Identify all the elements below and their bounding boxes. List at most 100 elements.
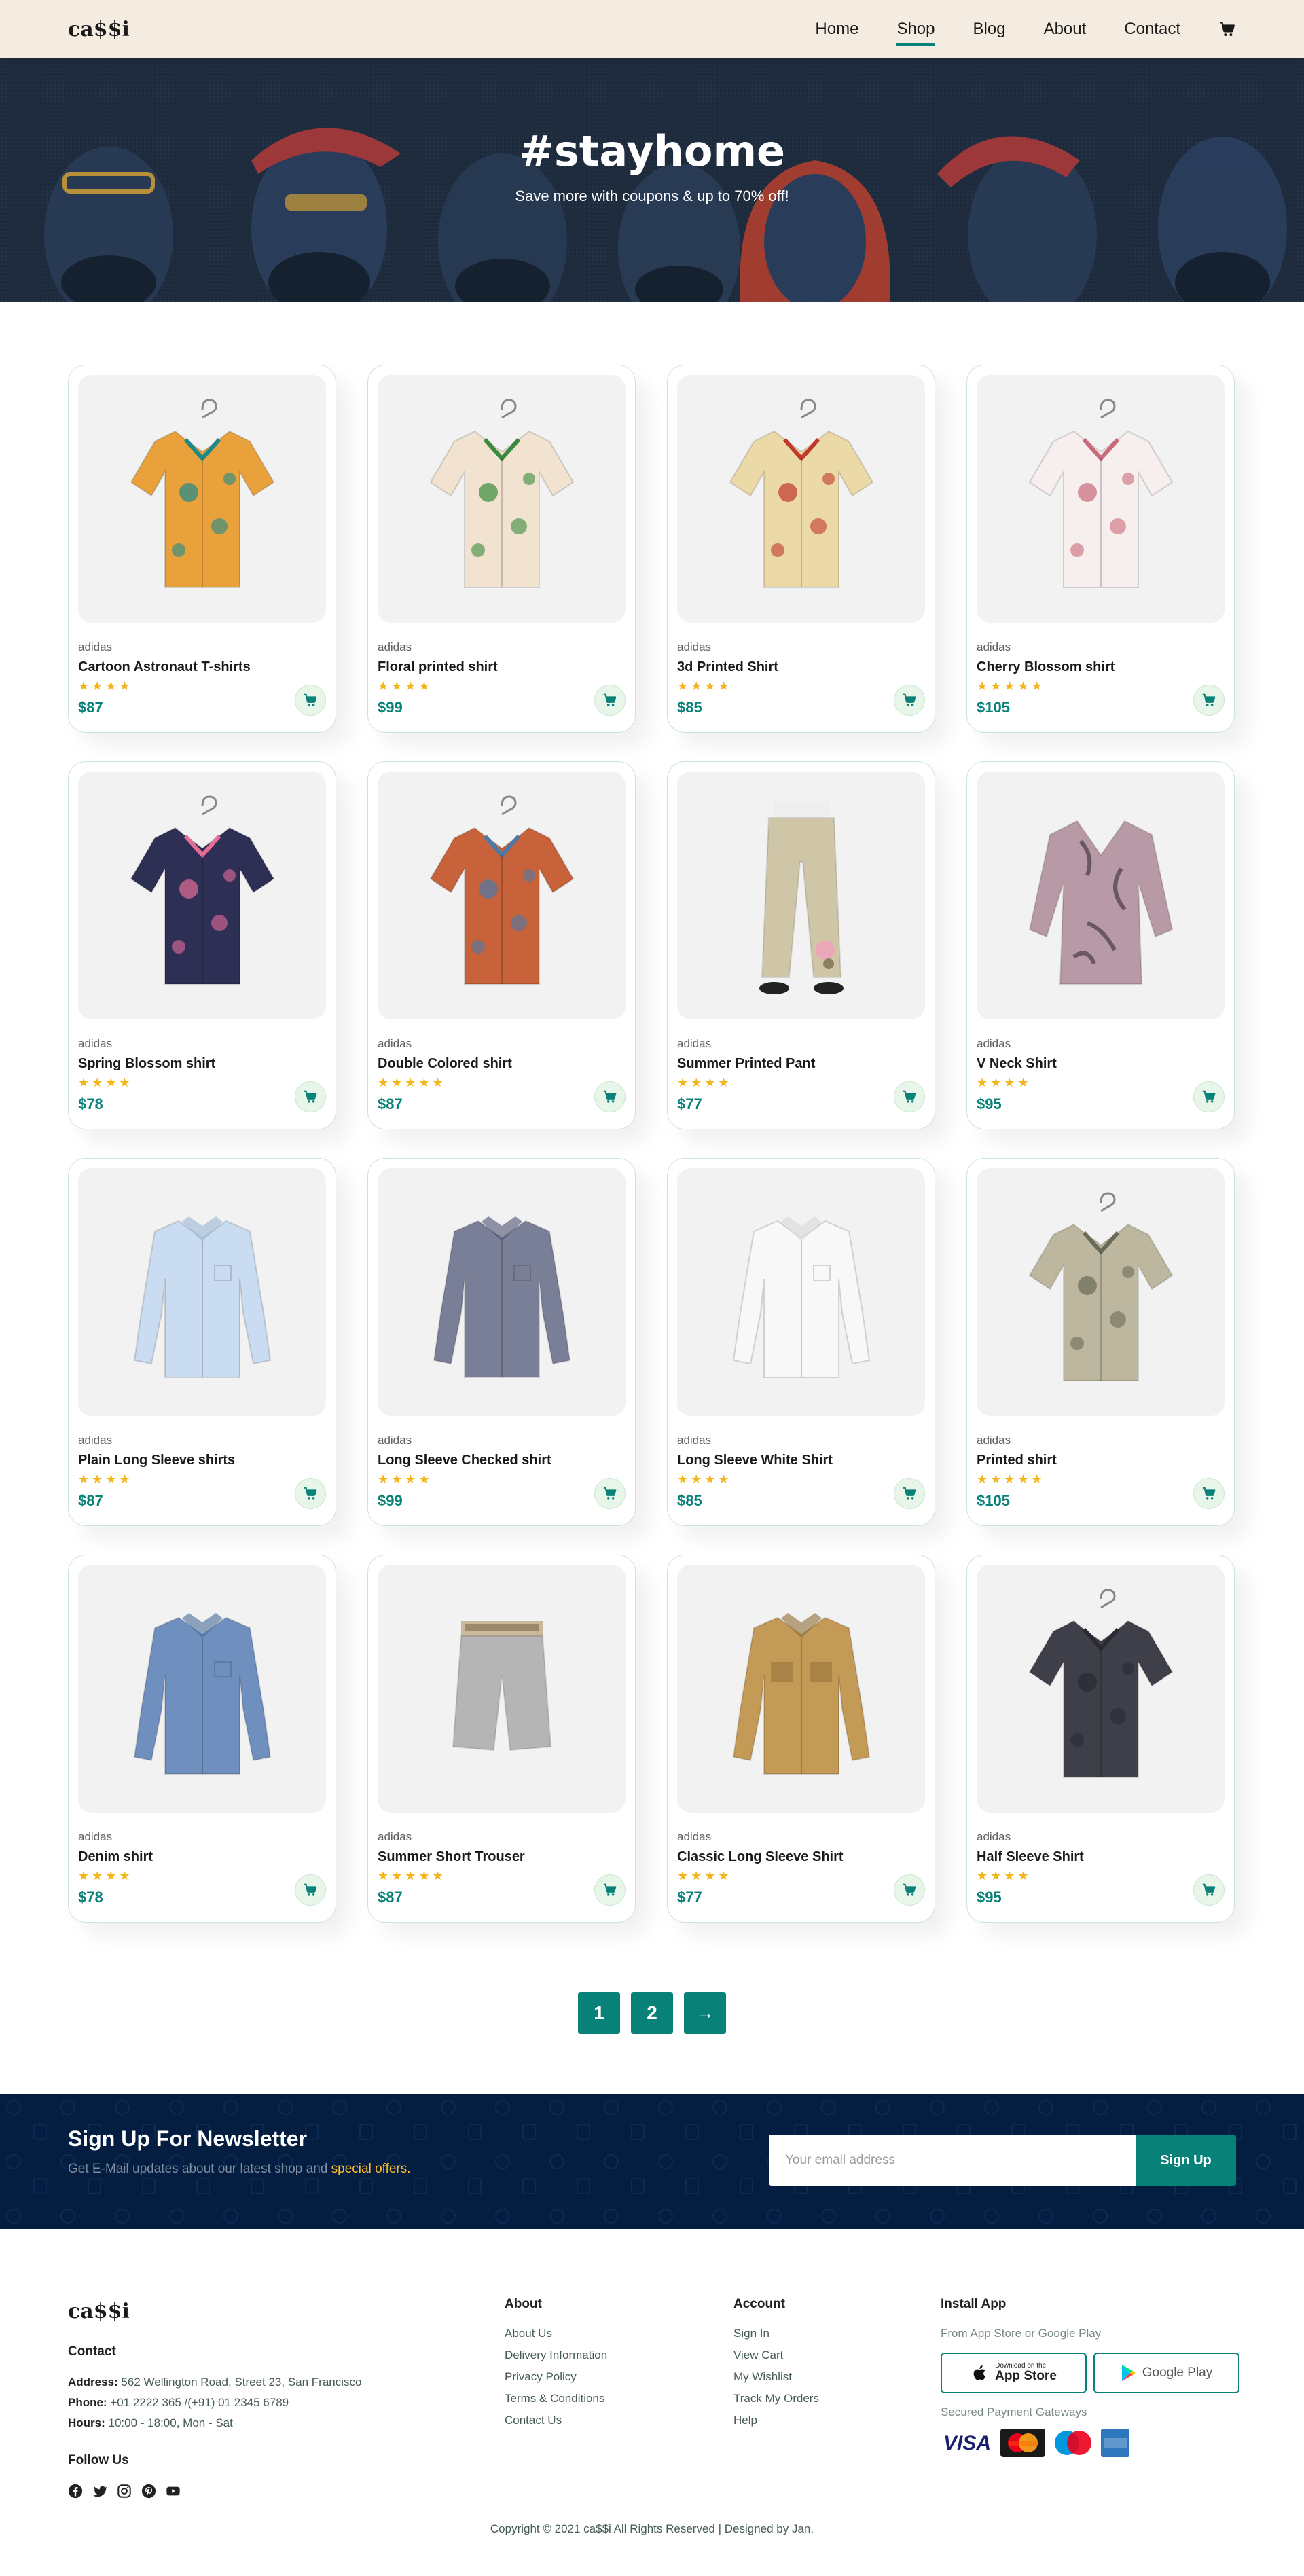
site-header: ca$$i Home Shop Blog About Contact [0, 0, 1304, 58]
product-card[interactable]: adidas Summer Printed Pant ★★★★ $77 [667, 761, 935, 1129]
add-to-cart-button[interactable] [894, 1478, 925, 1509]
product-image-frame[interactable] [977, 772, 1225, 1019]
footer-link-wishlist[interactable]: My Wishlist [734, 2370, 819, 2384]
footer-link-terms[interactable]: Terms & Conditions [505, 2392, 607, 2406]
product-card[interactable]: adidas Long Sleeve Checked shirt ★★★★ $99 [367, 1158, 636, 1526]
footer-link-view-cart[interactable]: View Cart [734, 2348, 819, 2362]
product-name: Spring Blossom shirt [78, 1056, 216, 1071]
product-brand: adidas [378, 1434, 412, 1447]
footer-link-about-us[interactable]: About Us [505, 2327, 607, 2340]
product-card[interactable]: adidas Floral printed shirt ★★★★ $99 [367, 365, 636, 733]
product-image-frame[interactable] [977, 1168, 1225, 1416]
add-to-cart-button[interactable] [1193, 1874, 1225, 1906]
product-card[interactable]: adidas Classic Long Sleeve Shirt ★★★★ $77 [667, 1555, 935, 1923]
google-play-button[interactable]: Google Play [1093, 2353, 1239, 2393]
hero-title: #stayhome [518, 126, 786, 176]
visa-icon: VISA [943, 2432, 991, 2454]
footer-link-sign-in[interactable]: Sign In [734, 2327, 819, 2340]
product-image-frame[interactable] [677, 1168, 925, 1416]
facebook-icon[interactable] [68, 2484, 83, 2499]
product-card[interactable]: adidas Summer Short Trouser ★★★★★ $87 [367, 1555, 636, 1923]
product-image-frame[interactable] [78, 1168, 326, 1416]
add-to-cart-button[interactable] [295, 1478, 326, 1509]
about-heading: About [505, 2297, 542, 2311]
product-image-frame[interactable] [677, 1565, 925, 1813]
add-to-cart-button[interactable] [1193, 1081, 1225, 1112]
add-to-cart-button[interactable] [295, 1081, 326, 1112]
product-card[interactable]: adidas Printed shirt ★★★★★ $105 [966, 1158, 1235, 1526]
add-to-cart-button[interactable] [894, 1874, 925, 1906]
add-to-cart-button[interactable] [594, 1874, 626, 1906]
product-price: $77 [677, 1095, 702, 1112]
product-image-frame[interactable] [378, 1168, 626, 1416]
add-to-cart-button[interactable] [1193, 685, 1225, 716]
product-image-frame[interactable] [78, 1565, 326, 1813]
product-price: $105 [977, 1492, 1010, 1509]
nav-about[interactable]: About [1044, 16, 1087, 43]
product-image-frame[interactable] [677, 772, 925, 1019]
nav-contact[interactable]: Contact [1124, 16, 1180, 43]
add-to-cart-button[interactable] [1193, 1478, 1225, 1509]
page-2-button[interactable]: 2 [631, 1992, 673, 2034]
star-rating: ★★★★ [378, 679, 433, 693]
product-image-frame[interactable] [378, 375, 626, 623]
product-image-frame[interactable] [378, 772, 626, 1019]
maestro-icon [1055, 2431, 1091, 2455]
app-store-button[interactable]: Download on the App Store [941, 2353, 1087, 2393]
nav-home[interactable]: Home [815, 16, 858, 43]
product-image-frame[interactable] [378, 1565, 626, 1813]
product-card[interactable]: adidas Half Sleeve Shirt ★★★★ $95 [966, 1555, 1235, 1923]
footer-link-contact[interactable]: Contact Us [505, 2414, 607, 2427]
product-image-frame[interactable] [677, 375, 925, 623]
add-to-cart-button[interactable] [594, 1478, 626, 1509]
newsletter-title: Sign Up For Newsletter [68, 2126, 308, 2151]
product-card[interactable]: adidas V Neck Shirt ★★★★ $95 [966, 761, 1235, 1129]
install-subtitle: From App Store or Google Play [941, 2327, 1102, 2340]
product-card[interactable]: adidas Long Sleeve White Shirt ★★★★ $85 [667, 1158, 935, 1526]
footer-link-help[interactable]: Help [734, 2414, 819, 2427]
product-card[interactable]: adidas 3d Printed Shirt ★★★★ $85 [667, 365, 935, 733]
product-card[interactable]: adidas Double Colored shirt ★★★★★ $87 [367, 761, 636, 1129]
product-price: $99 [378, 1492, 403, 1509]
pinterest-icon[interactable] [141, 2484, 156, 2499]
product-card[interactable]: adidas Cartoon Astronaut T-shirts ★★★★ $87 [68, 365, 336, 733]
footer-link-delivery[interactable]: Delivery Information [505, 2348, 607, 2362]
page-1-button[interactable]: 1 [578, 1992, 620, 2034]
product-brand: adidas [378, 1830, 412, 1843]
cart-icon [304, 1090, 317, 1103]
youtube-icon[interactable] [166, 2484, 181, 2499]
instagram-icon[interactable] [117, 2484, 132, 2499]
product-card[interactable]: adidas Denim shirt ★★★★ $78 [68, 1555, 336, 1923]
product-card[interactable]: adidas Plain Long Sleeve shirts ★★★★ $87 [68, 1158, 336, 1526]
product-card[interactable]: adidas Spring Blossom shirt ★★★★ $78 [68, 761, 336, 1129]
logo[interactable]: ca$$i [68, 18, 130, 41]
install-column: Install App From App Store or Google Pla… [941, 2297, 1239, 2457]
product-image-frame[interactable] [977, 1565, 1225, 1813]
cart-icon[interactable] [1218, 20, 1236, 38]
add-to-cart-button[interactable] [894, 1081, 925, 1112]
about-column: About About Us Delivery Information Priv… [505, 2297, 607, 2435]
product-image-frame[interactable] [78, 375, 326, 623]
star-rating: ★★★★ [677, 1869, 732, 1883]
nav-blog[interactable]: Blog [973, 16, 1006, 43]
product-image-frame[interactable] [977, 375, 1225, 623]
add-to-cart-button[interactable] [594, 1081, 626, 1112]
product-image-frame[interactable] [78, 772, 326, 1019]
product-card[interactable]: adidas Cherry Blossom shirt ★★★★★ $105 [966, 365, 1235, 733]
footer-link-privacy[interactable]: Privacy Policy [505, 2370, 607, 2384]
footer-link-track-orders[interactable]: Track My Orders [734, 2392, 819, 2406]
sign-up-button[interactable]: Sign Up [1136, 2135, 1236, 2186]
star-rating: ★★★★ [378, 1472, 433, 1486]
product-image [452, 1620, 551, 1751]
twitter-icon[interactable] [92, 2484, 107, 2499]
add-to-cart-button[interactable] [295, 1874, 326, 1906]
add-to-cart-button[interactable] [295, 685, 326, 716]
next-page-button[interactable]: → [684, 1992, 726, 2034]
add-to-cart-button[interactable] [594, 685, 626, 716]
product-name: Cartoon Astronaut T-shirts [78, 659, 251, 674]
footer-logo[interactable]: ca$$i [68, 2300, 130, 2323]
copyright: Copyright © 2021 ca$$i All Rights Reserv… [490, 2522, 814, 2535]
email-input[interactable] [769, 2135, 1136, 2186]
nav-shop[interactable]: Shop [896, 16, 935, 46]
add-to-cart-button[interactable] [894, 685, 925, 716]
